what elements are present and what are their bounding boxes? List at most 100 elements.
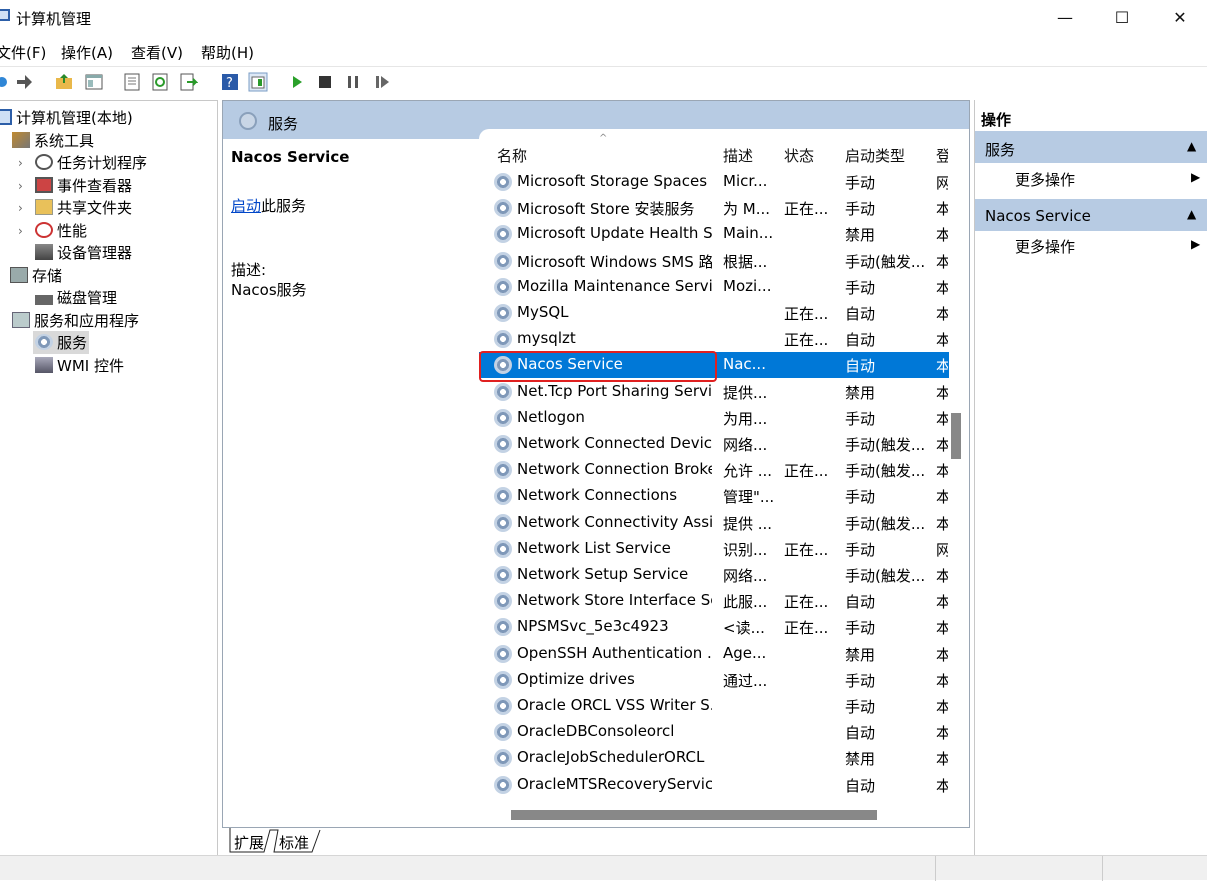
- cell-name: OpenSSH Authentication ...: [517, 643, 712, 662]
- cell-name: Nacos Service: [517, 355, 623, 374]
- collapse-icon[interactable]: ▲: [1187, 139, 1196, 153]
- properties-icon[interactable]: [122, 72, 142, 92]
- table-row[interactable]: OpenSSH Authentication ... Age... 禁用 本: [479, 641, 949, 667]
- table-row[interactable]: Microsoft Windows SMS 路... 根据... 手动(触发... 本: [479, 248, 949, 274]
- cell-name: Microsoft Store 安装服务: [517, 200, 695, 219]
- table-row[interactable]: Optimize drives 通过... 手动 本: [479, 667, 949, 693]
- cell-logon: 本: [936, 278, 948, 297]
- table-row[interactable]: Microsoft Update Health S... Main... 禁用 本: [479, 221, 949, 247]
- table-row[interactable]: Network Connections 管理"... 手动 本: [479, 483, 949, 509]
- cell-name: Microsoft Storage Spaces S...: [517, 172, 712, 190]
- actions-section-nacos[interactable]: Nacos Service ▲: [975, 199, 1207, 231]
- forward-icon[interactable]: [14, 72, 34, 92]
- show-hide-action-pane-icon[interactable]: [248, 72, 268, 92]
- pause-service-icon[interactable]: [343, 72, 363, 92]
- table-row[interactable]: Mozilla Maintenance Service Mozi... 手动 本: [479, 274, 949, 300]
- cell-logon: 本: [936, 619, 948, 638]
- cell-desc: 网络...: [723, 567, 768, 585]
- chevron-right-icon[interactable]: ›: [18, 156, 23, 170]
- cell-logon: 本: [936, 462, 948, 481]
- up-folder-icon[interactable]: [54, 72, 74, 92]
- close-button[interactable]: ✕: [1157, 4, 1203, 32]
- restart-service-icon[interactable]: [372, 72, 392, 92]
- table-row[interactable]: OracleDBConsoleorcl 自动 本: [479, 719, 949, 745]
- computer-management-icon: [0, 9, 10, 21]
- start-service-icon[interactable]: [287, 72, 307, 92]
- table-row[interactable]: OracleJobSchedulerORCL 禁用 本: [479, 745, 949, 771]
- cell-name: OracleMTSRecoveryService: [517, 774, 712, 793]
- table-row[interactable]: Network Connectivity Assis... 提供 ... 手动(触发…: [479, 510, 949, 536]
- tree-item-services[interactable]: 服务: [33, 331, 90, 354]
- chevron-right-icon[interactable]: ›: [18, 224, 23, 238]
- cell-startup: 自动: [845, 357, 876, 376]
- table-row[interactable]: Nacos Service Nac... 自动 本: [479, 352, 949, 379]
- menu-action[interactable]: 操作(A): [61, 42, 113, 63]
- chevron-right-icon[interactable]: ›: [18, 179, 23, 193]
- table-row[interactable]: Network Store Interface Se... 此服... 正在... 自…: [479, 588, 949, 614]
- tree-item-event-viewer[interactable]: 事件查看器: [35, 175, 132, 196]
- table-row[interactable]: Netlogon 为用... 手动 本: [479, 405, 949, 431]
- table-row[interactable]: Oracle ORCL VSS Writer S... 手动 本: [479, 693, 949, 719]
- actions-section-services[interactable]: 服务 ▲: [975, 131, 1207, 163]
- cell-name: OracleJobSchedulerORCL: [517, 748, 705, 767]
- more-actions-1[interactable]: 更多操作: [1015, 169, 1075, 190]
- column-header-desc[interactable]: 描述: [723, 145, 753, 166]
- column-header-status[interactable]: 状态: [784, 145, 814, 166]
- column-header-name[interactable]: 名称: [497, 145, 527, 166]
- table-row[interactable]: Microsoft Storage Spaces S... Micr... 手动 网: [479, 169, 949, 195]
- cell-logon: 本: [936, 200, 948, 219]
- tab-standard[interactable]: 标准: [279, 832, 309, 853]
- cell-name: Network Connected Devic...: [517, 434, 712, 452]
- table-row[interactable]: Network Setup Service 网络... 手动(触发... 本: [479, 562, 949, 588]
- tree-item-wmi[interactable]: WMI 控件: [35, 355, 124, 376]
- table-row[interactable]: Network Connection Broker 允许 ... 正在... 手动(触…: [479, 457, 949, 483]
- gear-icon: [239, 112, 257, 130]
- cell-logon: 本: [936, 305, 948, 323]
- horizontal-scrollbar[interactable]: [511, 810, 877, 820]
- tree-item-performance[interactable]: 性能: [35, 220, 87, 241]
- back-icon[interactable]: [0, 72, 12, 92]
- column-header-startup[interactable]: 启动类型: [845, 145, 905, 166]
- tree-item-device-manager[interactable]: 设备管理器: [35, 242, 132, 263]
- services-pane: 服务 Nacos Service 启动此服务 描述: Nacos服务 ^ 名称 …: [222, 100, 970, 828]
- export-list-icon[interactable]: [178, 72, 198, 92]
- table-row[interactable]: Net.Tcp Port Sharing Service 提供... 禁用 本: [479, 379, 949, 405]
- stop-service-icon[interactable]: [315, 72, 335, 92]
- menu-help[interactable]: 帮助(H): [201, 42, 254, 63]
- refresh-icon[interactable]: [150, 72, 170, 92]
- cell-logon: 本: [936, 488, 948, 507]
- vertical-scrollbar[interactable]: [951, 413, 961, 459]
- tree-item-task-scheduler[interactable]: 任务计划程序: [35, 152, 147, 173]
- cell-startup: 手动(触发...: [845, 436, 926, 454]
- chevron-right-icon[interactable]: ›: [18, 201, 23, 215]
- start-service-link[interactable]: 启动: [231, 197, 261, 215]
- tree-item-services-apps[interactable]: 服务和应用程序: [12, 310, 139, 331]
- table-row[interactable]: NPSMSvc_5e3c4923 <读... 正在... 手动 本: [479, 614, 949, 640]
- tree-item-storage[interactable]: 存储: [10, 265, 62, 286]
- tree-item-system-tools[interactable]: 系统工具: [12, 130, 94, 151]
- table-row[interactable]: mysqlzt 正在... 自动 本: [479, 326, 949, 352]
- help-icon[interactable]: ?: [220, 72, 240, 92]
- table-row[interactable]: OracleMTSRecoveryService 自动 本: [479, 772, 949, 798]
- more-actions-2[interactable]: 更多操作: [1015, 236, 1075, 257]
- tree-item-shared-folders[interactable]: 共享文件夹: [35, 197, 132, 218]
- tree-item-root[interactable]: 计算机管理(本地): [0, 107, 133, 128]
- console-tree-icon[interactable]: [84, 72, 104, 92]
- menu-file[interactable]: 文件(F): [0, 42, 46, 63]
- cell-startup: 手动: [845, 671, 876, 690]
- table-row[interactable]: MySQL 正在... 自动 本: [479, 300, 949, 326]
- table-row[interactable]: Network List Service 识别... 正在... 手动 网: [479, 536, 949, 562]
- column-header-logon[interactable]: 登: [936, 145, 948, 166]
- collapse-icon[interactable]: ▲: [1187, 207, 1196, 221]
- tree-item-disk-management[interactable]: 磁盘管理: [35, 287, 117, 308]
- table-row[interactable]: Network Connected Devic... 网络... 手动(触发... 本: [479, 431, 949, 457]
- cell-startup: 自动: [845, 593, 876, 612]
- table-row[interactable]: Microsoft Store 安装服务 为 M... 正在... 手动 本: [479, 195, 949, 221]
- cell-status: 正在...: [784, 200, 829, 219]
- maximize-button[interactable]: ☐: [1099, 4, 1145, 32]
- cell-name: Network Connectivity Assis...: [517, 512, 712, 531]
- cell-desc: 为 M...: [723, 200, 771, 219]
- tab-extended[interactable]: 扩展: [234, 832, 264, 853]
- menu-view[interactable]: 查看(V): [131, 42, 183, 63]
- minimize-button[interactable]: —: [1042, 4, 1088, 32]
